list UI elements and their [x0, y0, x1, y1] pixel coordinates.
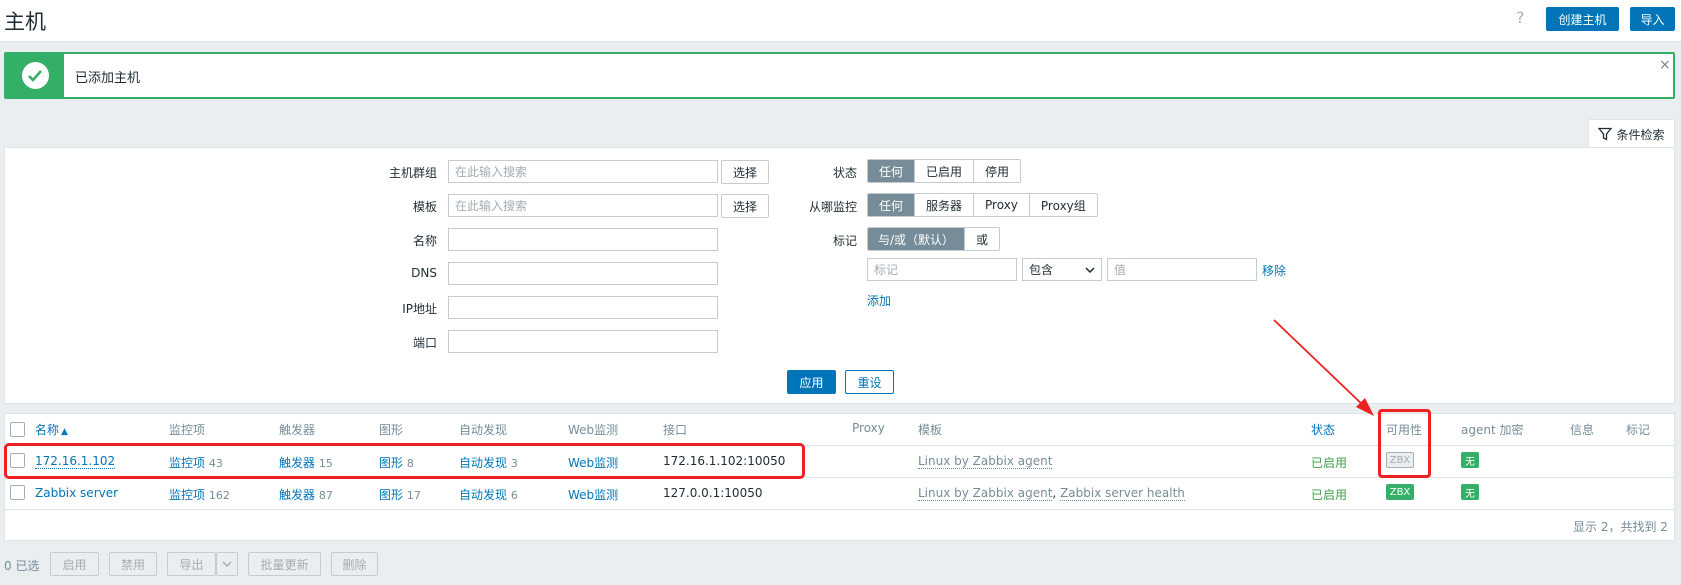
monitored-by-label: 从哪监控: [808, 200, 857, 214]
chevron-down-icon: [222, 561, 232, 567]
close-icon[interactable]: ×: [1659, 57, 1671, 73]
triggers-link[interactable]: 触发器 87: [279, 486, 333, 503]
monitored-option-proxy-group[interactable]: Proxy组: [1028, 194, 1097, 216]
disable-button[interactable]: 禁用: [109, 552, 157, 576]
column-triggers: 触发器: [279, 423, 316, 437]
page-title: 主机: [4, 10, 46, 34]
row-checkbox[interactable]: [10, 485, 25, 500]
tags-mode-and-or[interactable]: 与/或（默认）: [868, 228, 965, 250]
tags-label: 标记: [832, 234, 857, 248]
tag-operator-select[interactable]: 包含: [1022, 258, 1102, 281]
success-icon-box: [6, 54, 64, 97]
message-text: 已添加主机: [75, 71, 141, 86]
name-label: 名称: [412, 234, 437, 248]
success-message: 已添加主机 ×: [4, 52, 1675, 99]
monitored-option-any[interactable]: 任何: [868, 194, 915, 216]
export-button[interactable]: 导出: [167, 552, 216, 576]
tag-add-link[interactable]: 添加: [867, 292, 891, 309]
encryption-badge: 无: [1461, 452, 1479, 468]
status-option-disabled[interactable]: 停用: [973, 160, 1021, 182]
graphs-link[interactable]: 图形 17: [379, 486, 421, 503]
monitored-by-segmented: 任何 服务器 Proxy Proxy组: [867, 193, 1098, 217]
status-option-any[interactable]: 任何: [868, 160, 915, 182]
discovery-link[interactable]: 自动发现 6: [459, 486, 518, 503]
status-segmented: 任何 已启用 停用: [867, 159, 1022, 183]
dns-input[interactable]: [448, 262, 718, 285]
templates-cell: Linux by Zabbix agent: [918, 454, 1053, 469]
status-label: 状态: [832, 166, 857, 180]
help-icon[interactable]: ?: [1516, 8, 1525, 27]
host-group-label: 主机群组: [388, 166, 437, 180]
table-summary: 显示 2，共找到 2: [1573, 520, 1668, 534]
column-interface: 接口: [663, 423, 688, 437]
tag-name-input[interactable]: 标记: [867, 258, 1017, 281]
filter-icon: [1598, 127, 1613, 141]
chevron-down-icon: [1085, 266, 1095, 273]
column-name[interactable]: 名称 ▲: [35, 421, 68, 438]
tag-value-input[interactable]: 值: [1107, 258, 1257, 281]
port-label: 端口: [412, 336, 437, 350]
name-input[interactable]: [448, 228, 718, 251]
annotation-arrow: [1273, 319, 1374, 416]
column-discovery: 自动发现: [459, 423, 508, 437]
header-bar: [0, 0, 1681, 42]
create-host-button[interactable]: 创建主机: [1546, 7, 1619, 31]
encryption-badge: 无: [1461, 484, 1479, 500]
tags-mode-or[interactable]: 或: [964, 228, 1000, 250]
filter-tab[interactable]: 条件检索: [1588, 119, 1675, 148]
highlight-row-box: [4, 443, 805, 479]
status-value[interactable]: 已启用: [1311, 486, 1347, 503]
monitored-option-server[interactable]: 服务器: [914, 194, 974, 216]
tag-remove-link[interactable]: 移除: [1262, 262, 1286, 279]
template-input[interactable]: 在此输入搜索: [448, 194, 718, 217]
template-label: 模板: [412, 200, 437, 214]
import-button[interactable]: 导入: [1630, 7, 1675, 31]
export-dropdown[interactable]: [216, 552, 238, 576]
highlight-availability-box: [1378, 409, 1431, 478]
column-info: 信息: [1570, 423, 1595, 437]
column-templates: 模板: [918, 423, 943, 437]
sort-asc-icon: ▲: [61, 427, 68, 437]
mass-update-button[interactable]: 批量更新: [248, 552, 321, 576]
filter-panel: [4, 147, 1675, 404]
selected-count: 0 已选: [4, 559, 40, 573]
status-option-enabled[interactable]: 已启用: [914, 160, 974, 182]
select-all-checkbox[interactable]: [10, 422, 25, 437]
check-icon: [21, 62, 49, 89]
ip-label: IP地址: [402, 302, 437, 316]
column-proxy: Proxy: [852, 421, 885, 435]
template-link[interactable]: Linux by Zabbix agent: [918, 454, 1053, 469]
column-agent-encryption: agent 加密: [1461, 423, 1524, 437]
templates-cell: Linux by Zabbix agent, Zabbix server hea…: [918, 486, 1185, 501]
template-link[interactable]: Linux by Zabbix agent: [918, 486, 1053, 501]
column-status[interactable]: 状态: [1311, 421, 1335, 438]
apply-button[interactable]: 应用: [787, 370, 836, 394]
enable-button[interactable]: 启用: [50, 552, 99, 576]
column-graphs: 图形: [379, 423, 404, 437]
host-group-input[interactable]: 在此输入搜索: [448, 160, 718, 183]
host-name-link[interactable]: Zabbix server: [35, 486, 118, 500]
column-web: Web监测: [568, 423, 619, 437]
delete-button[interactable]: 删除: [331, 552, 378, 576]
template-separator: ,: [1052, 486, 1057, 500]
template-link[interactable]: Zabbix server health: [1060, 486, 1185, 501]
dns-label: DNS: [411, 266, 437, 280]
filter-tab-label: 条件检索: [1616, 127, 1665, 142]
table-row-divider: [4, 509, 1675, 510]
ip-input[interactable]: [448, 296, 718, 319]
tags-mode-segmented: 与/或（默认） 或: [867, 227, 1001, 251]
monitored-option-proxy[interactable]: Proxy: [973, 194, 1029, 216]
status-value[interactable]: 已启用: [1311, 454, 1347, 471]
column-items: 监控项: [169, 423, 206, 437]
items-link[interactable]: 监控项 162: [169, 486, 230, 503]
port-input[interactable]: [448, 330, 718, 353]
availability-badge: ZBX: [1386, 484, 1414, 500]
reset-button[interactable]: 重设: [845, 370, 894, 394]
column-tags: 标记: [1626, 423, 1651, 437]
web-link[interactable]: Web监测: [568, 486, 618, 503]
interface-value: 127.0.0.1:10050: [663, 486, 763, 500]
